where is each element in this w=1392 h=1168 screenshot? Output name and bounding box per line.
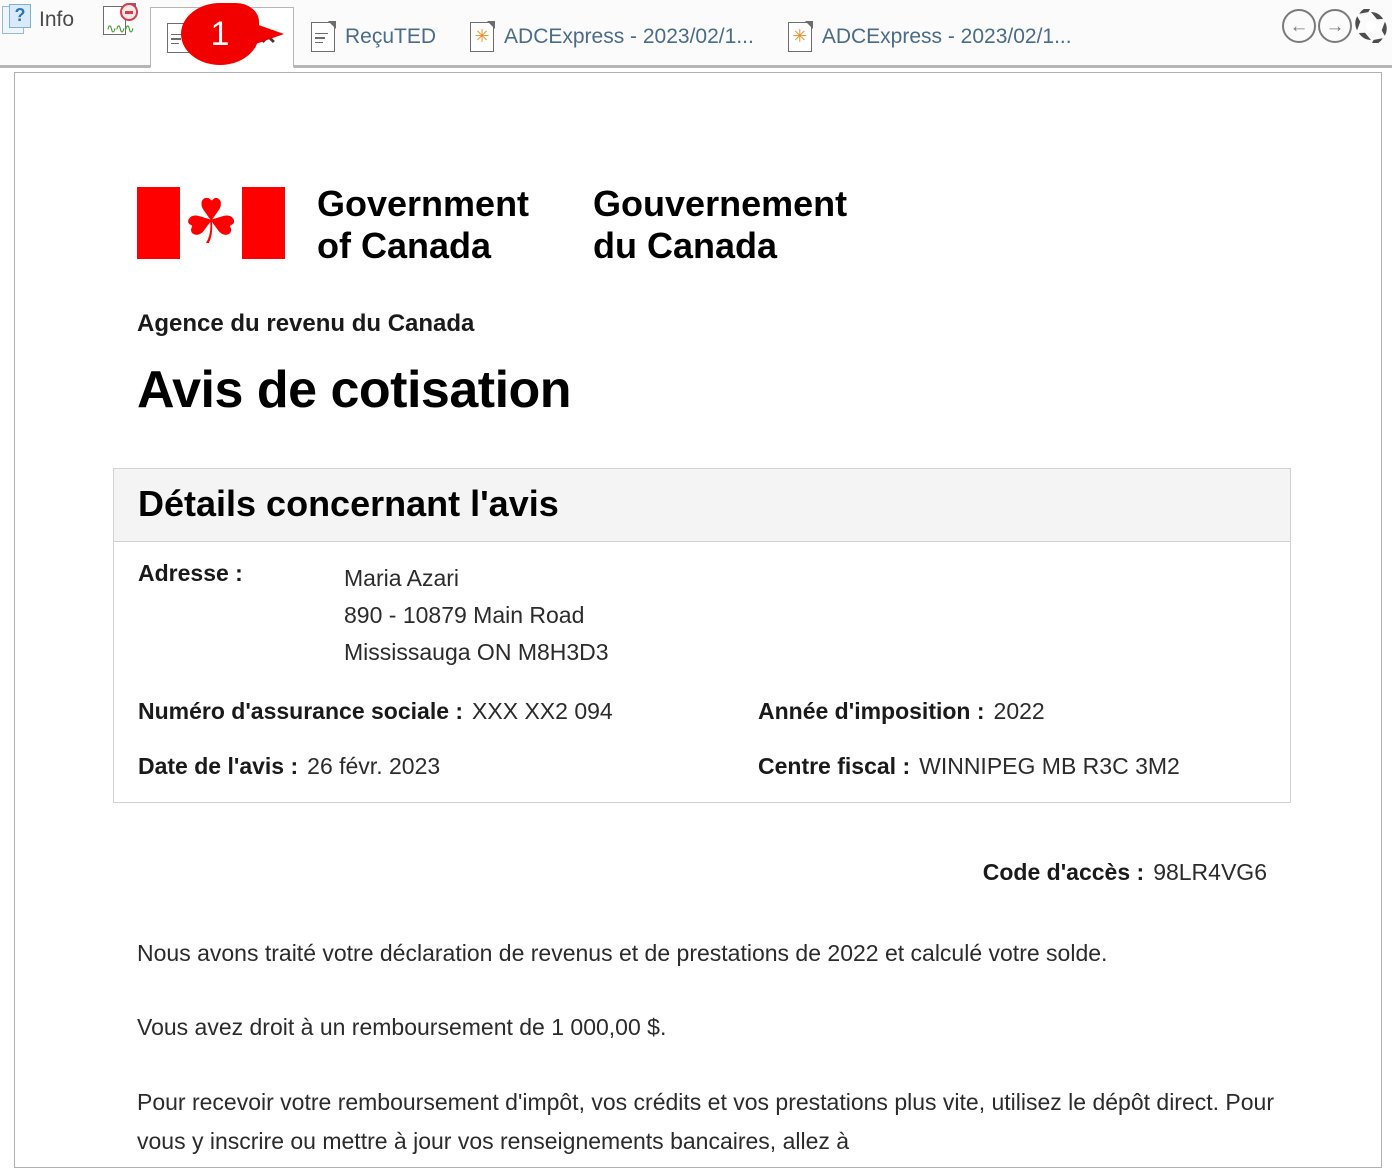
field-label: Date de l'avis : — [138, 752, 299, 779]
wordmark-french: Gouvernement du Canada — [593, 183, 848, 267]
document-icon — [167, 21, 193, 53]
document-star-icon: ✳ — [470, 20, 496, 52]
access-code-row: Code d'accès : 98LR4VG6 — [15, 859, 1267, 886]
field-value: XXX XX2 094 — [472, 697, 613, 724]
document-star-icon: ✳ — [787, 20, 813, 52]
tab-label: ReçuTED — [344, 24, 437, 48]
notice-details-panel: Détails concernant l'avis Adresse : Mari… — [113, 467, 1291, 803]
agency-name: Agence du revenu du Canada — [137, 309, 475, 337]
navigation-icons: ← → — [1274, 6, 1392, 65]
tab-label: ADCExpress - 2023/02/1... — [504, 24, 754, 48]
info-label: Info — [39, 8, 75, 31]
field-label: Centre fiscal : — [758, 752, 911, 779]
field-value: WINNIPEG MB R3C 3M2 — [919, 752, 1180, 779]
address-value: Maria Azari 890 - 10879 Main Road Missis… — [344, 560, 609, 672]
field-tax-centre: Centre fiscal : WINNIPEG MB R3C 3M2 — [758, 753, 1266, 780]
address-row: Adresse : Maria Azari 890 - 10879 Main R… — [138, 560, 1266, 672]
document-icon — [310, 20, 336, 52]
government-of-canada-signature: ☘ Government of Canada Gouvernement du C… — [15, 183, 1381, 268]
access-code-label: Code d'accès : — [982, 858, 1145, 885]
wordmark-english: Government of Canada — [317, 183, 530, 267]
field-label: Année d'imposition : — [758, 697, 985, 724]
field-tax-year: Année d'imposition : 2022 — [758, 698, 1266, 725]
tab-label: ADCExpress - 2023/02/1... — [821, 24, 1072, 48]
body-paragraph: Vous avez droit à un remboursement de 1 … — [137, 1014, 667, 1041]
body-paragraph: Pour recevoir votre remboursement d'impô… — [137, 1088, 1275, 1154]
address-line: Maria Azari — [344, 564, 460, 591]
field-sin: Numéro d'assurance sociale : XXX XX2 094 — [138, 698, 758, 725]
arrow-right-circle-icon[interactable]: → — [1318, 9, 1352, 43]
maple-leaf-glyph: ☘ — [183, 185, 239, 259]
tab-strip: ? Info ∿∿∿ ADC ✕ ReçuTED ✳ ADCExpress - … — [0, 0, 1274, 68]
info-item[interactable]: ? Info — [0, 0, 88, 65]
address-line: Mississauga ON M8H3D3 — [344, 639, 609, 666]
document-viewport: ☘ Government of Canada Gouvernement du C… — [14, 72, 1382, 1168]
panel-heading: Détails concernant l'avis — [114, 468, 1290, 542]
help-page-icon: ? — [2, 4, 32, 36]
close-icon[interactable]: ✕ — [259, 25, 277, 50]
document-error-indicator[interactable]: ∿∿∿ — [88, 0, 150, 65]
tab-adc[interactable]: ADC ✕ — [150, 7, 294, 68]
body-paragraph: Nous avons traité votre déclaration de r… — [137, 939, 1108, 966]
tab-adcexpress-1[interactable]: ✳ ADCExpress - 2023/02/1... — [453, 7, 771, 65]
tab-label: ADC — [201, 25, 246, 49]
refresh-icon[interactable] — [1354, 6, 1388, 46]
browser-tab-bar: ? Info ∿∿∿ ADC ✕ ReçuTED ✳ ADCExpress - … — [0, 0, 1392, 68]
canada-flag-icon: ☘ — [137, 187, 285, 259]
field-value: 26 févr. 2023 — [307, 752, 441, 779]
arrow-left-circle-icon[interactable]: ← — [1282, 9, 1316, 43]
wordmark: Government of Canada Gouvernement du Can… — [317, 183, 847, 268]
field-value: 2022 — [993, 697, 1045, 724]
tab-recuted[interactable]: ReçuTED — [294, 7, 453, 65]
panel-body: Adresse : Maria Azari 890 - 10879 Main R… — [114, 542, 1290, 802]
access-code-value: 98LR4VG6 — [1153, 858, 1267, 885]
document-error-icon: ∿∿∿ — [102, 3, 139, 37]
tab-adcexpress-2[interactable]: ✳ ADCExpress - 2023/02/1... — [771, 7, 1089, 65]
field-notice-date: Date de l'avis : 26 févr. 2023 — [138, 753, 758, 780]
address-label: Adresse : — [138, 559, 243, 586]
details-fields-grid: Numéro d'assurance sociale : XXX XX2 094… — [138, 698, 1266, 780]
field-label: Numéro d'assurance sociale : — [138, 697, 464, 724]
page-title: Avis de cotisation — [137, 360, 572, 419]
document-page: ☘ Government of Canada Gouvernement du C… — [15, 73, 1381, 1160]
address-line: 890 - 10879 Main Road — [344, 602, 585, 629]
